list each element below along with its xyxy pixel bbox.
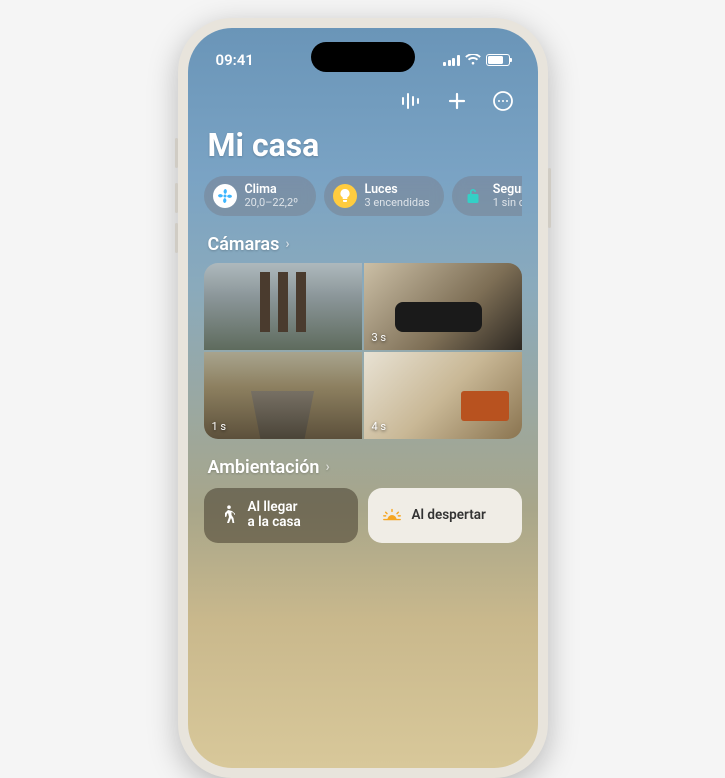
content: Mi casa Clima 20,0–22,2º L: [188, 28, 538, 543]
status-time: 09:41: [216, 51, 254, 69]
waveform-icon: [400, 92, 422, 110]
battery-icon: [486, 54, 510, 66]
dynamic-island: [311, 42, 415, 72]
chevron-right-icon: ›: [326, 459, 330, 475]
camera-tile[interactable]: 1 s: [204, 352, 362, 439]
pill-title: Seguridad: [493, 183, 522, 197]
camera-grid: 3 s 1 s 4 s: [204, 263, 522, 439]
toolbar: [204, 84, 522, 124]
walk-icon: [218, 505, 238, 525]
ambience-section-header[interactable]: Ambientación ›: [204, 439, 522, 486]
cellular-icon: [443, 55, 460, 66]
section-label: Ambientación: [208, 457, 320, 478]
pill-title: Clima: [245, 183, 299, 197]
section-label: Cámaras: [208, 234, 280, 255]
camera-tile[interactable]: 4 s: [364, 352, 522, 439]
camera-timestamp: 3 s: [372, 331, 387, 344]
status-indicators: [443, 54, 510, 66]
pill-subtitle: 20,0–22,2º: [245, 197, 299, 209]
camera-timestamp: 1 s: [212, 420, 227, 433]
announce-button[interactable]: [398, 88, 424, 114]
sunrise-icon: [382, 507, 402, 523]
bulb-icon: [333, 184, 357, 208]
camera-timestamp: 4 s: [372, 420, 387, 433]
status-pills-row: Clima 20,0–22,2º Luces 3 encendidas: [204, 176, 522, 216]
ellipsis-circle-icon: [492, 90, 514, 112]
page-title: Mi casa: [204, 124, 522, 176]
scene-wake-up[interactable]: Al despertar: [368, 488, 522, 543]
screen: 09:41 Mi casa: [188, 28, 538, 768]
pill-seguridad[interactable]: Seguridad 1 sin cerrar: [452, 176, 522, 216]
pill-subtitle: 1 sin cerrar: [493, 197, 522, 209]
scene-label: Al despertar: [412, 507, 486, 523]
pill-title: Luces: [365, 183, 430, 197]
cameras-section-header[interactable]: Cámaras ›: [204, 216, 522, 263]
pill-clima[interactable]: Clima 20,0–22,2º: [204, 176, 316, 216]
pill-luces[interactable]: Luces 3 encendidas: [324, 176, 444, 216]
scene-arrive-home[interactable]: Al llegar a la casa: [204, 488, 358, 543]
phone-frame: 09:41 Mi casa: [178, 18, 548, 778]
pill-subtitle: 3 encendidas: [365, 197, 430, 209]
fan-icon: [213, 184, 237, 208]
chevron-right-icon: ›: [285, 236, 289, 252]
camera-tile[interactable]: 3 s: [364, 263, 522, 350]
plus-icon: [447, 91, 467, 111]
add-button[interactable]: [444, 88, 470, 114]
scene-label: Al llegar a la casa: [248, 500, 301, 531]
camera-tile[interactable]: [204, 263, 362, 350]
lock-icon: [461, 184, 485, 208]
more-button[interactable]: [490, 88, 516, 114]
wifi-icon: [465, 54, 481, 66]
scenes-row: Al llegar a la casa Al despertar: [204, 486, 522, 543]
